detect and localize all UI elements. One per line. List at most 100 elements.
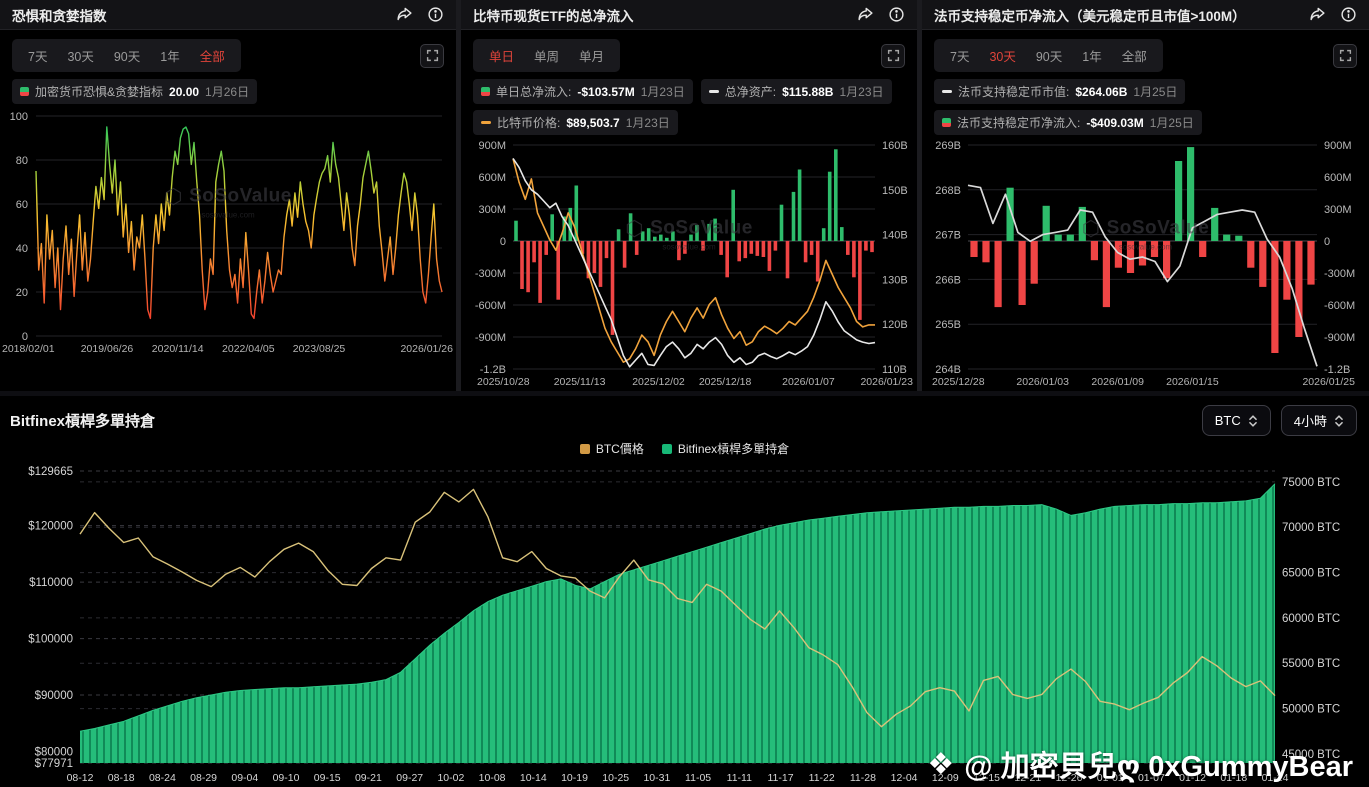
- svg-text:60: 60: [16, 199, 28, 211]
- bitfinex-longs-chart[interactable]: $129665$120000$110000$100000$90000$80000…: [0, 461, 1369, 787]
- svg-text:0: 0: [500, 236, 506, 248]
- svg-text:12-04: 12-04: [891, 772, 918, 784]
- coin-select[interactable]: BTC: [1202, 405, 1271, 436]
- chart-controls: BTC 4小時: [1202, 405, 1357, 436]
- panel-fear-greed: 恐惧和贪婪指数 7天 30天 90天 1年 全部: [0, 0, 456, 391]
- period-tabs: 单日 单周 单月: [473, 39, 620, 72]
- series-color-icon: [942, 90, 952, 93]
- svg-text:09-10: 09-10: [273, 772, 300, 784]
- fear-greed-chart[interactable]: 1008060402002018/02/012019/06/262020/11/…: [0, 106, 456, 358]
- svg-text:12-15: 12-15: [973, 772, 1000, 784]
- svg-text:$129665: $129665: [28, 466, 73, 478]
- tab-monthly[interactable]: 单月: [570, 44, 613, 67]
- svg-text:12-21: 12-21: [1014, 772, 1041, 784]
- chart-wrap: 269B268B267B266B265B264B900M600M300M0-30…: [922, 137, 1369, 391]
- svg-text:-1.2B: -1.2B: [1324, 364, 1350, 376]
- tab-30d[interactable]: 30天: [980, 44, 1024, 67]
- svg-text:10-02: 10-02: [437, 772, 464, 784]
- share-icon[interactable]: [396, 6, 413, 23]
- svg-text:70000 BTC: 70000 BTC: [1282, 522, 1340, 534]
- svg-text:10-25: 10-25: [602, 772, 629, 784]
- svg-text:100: 100: [10, 111, 28, 123]
- legend-row: 加密货币恐惧&贪婪指标 20.00 1月26日: [0, 75, 456, 106]
- legend-date: 1月25日: [1150, 114, 1194, 131]
- svg-text:09-21: 09-21: [355, 772, 382, 784]
- legend-date: 1月26日: [205, 83, 249, 100]
- fullscreen-icon[interactable]: [1333, 44, 1357, 68]
- svg-text:11-22: 11-22: [809, 772, 835, 784]
- legend-row: 法币支持稳定币市值: $264.06B 1月25日: [922, 75, 1369, 106]
- tab-7d[interactable]: 7天: [19, 44, 56, 67]
- svg-text:2025/12/02: 2025/12/02: [632, 376, 685, 388]
- svg-text:10-08: 10-08: [479, 772, 506, 784]
- tab-30d[interactable]: 30天: [58, 44, 102, 67]
- svg-text:2026/01/09: 2026/01/09: [1091, 376, 1144, 388]
- info-icon[interactable]: [1340, 6, 1357, 23]
- svg-text:160B: 160B: [882, 140, 908, 152]
- svg-text:2022/04/05: 2022/04/05: [222, 343, 275, 355]
- svg-text:900M: 900M: [478, 140, 506, 152]
- svg-text:900M: 900M: [1324, 140, 1352, 152]
- legend-label: 加密货币恐惧&贪婪指标: [35, 83, 163, 100]
- svg-text:-600M: -600M: [475, 300, 506, 312]
- info-icon[interactable]: [427, 6, 444, 23]
- svg-text:50000 BTC: 50000 BTC: [1282, 704, 1340, 716]
- stablecoin-chart[interactable]: 269B268B267B266B265B264B900M600M300M0-30…: [922, 137, 1369, 391]
- tab-weekly[interactable]: 单周: [525, 44, 568, 67]
- tab-all[interactable]: 全部: [191, 44, 234, 67]
- legend-chip-fear-greed[interactable]: 加密货币恐惧&贪婪指标 20.00 1月26日: [12, 79, 257, 104]
- svg-text:120B: 120B: [882, 319, 908, 331]
- legend-value: -$103.57M: [577, 85, 634, 99]
- fullscreen-icon[interactable]: [881, 44, 905, 68]
- interval-select[interactable]: 4小時: [1281, 405, 1357, 436]
- svg-text:2025/11/13: 2025/11/13: [554, 376, 606, 388]
- svg-text:2018/02/01: 2018/02/01: [2, 343, 55, 355]
- svg-text:-600M: -600M: [1324, 300, 1355, 312]
- svg-text:45000 BTC: 45000 BTC: [1282, 749, 1340, 761]
- panel-stablecoin: 法币支持稳定币净流入（美元稳定币且市值>100M） 7天 30天 90天 1年 …: [922, 0, 1369, 391]
- share-icon[interactable]: [857, 6, 874, 23]
- legend-chip-btc-price[interactable]: 比特币价格: $89,503.7 1月23日: [473, 110, 678, 135]
- tab-all[interactable]: 全部: [1113, 44, 1156, 67]
- svg-text:$80000: $80000: [35, 747, 73, 759]
- legend-value: $89,503.7: [566, 116, 619, 130]
- svg-text:2026/01/07: 2026/01/07: [782, 376, 835, 388]
- tab-1y[interactable]: 1年: [1073, 44, 1110, 67]
- legend-item-longs[interactable]: Bitfinex槓桿多單持倉: [662, 440, 789, 457]
- svg-text:-300M: -300M: [475, 268, 506, 280]
- bitfinex-section: Bitfinex槓桿多單持倉 BTC 4小時 BTC價格 Bitfinex槓桿多…: [0, 396, 1369, 787]
- svg-text:75000 BTC: 75000 BTC: [1282, 477, 1340, 489]
- panel-toolbar: 单日 单周 单月: [461, 30, 917, 75]
- svg-text:09-15: 09-15: [314, 772, 341, 784]
- legend-chip-net-inflow[interactable]: 法币支持稳定币净流入: -$409.03M 1月25日: [934, 110, 1202, 135]
- svg-text:$90000: $90000: [35, 690, 73, 702]
- legend-chip-net-inflow[interactable]: 单日总净流入: -$103.57M 1月23日: [473, 79, 693, 104]
- legend-item-btc-price[interactable]: BTC價格: [580, 440, 644, 457]
- legend-chip-net-assets[interactable]: 总净资产: $115.88B 1月23日: [701, 79, 892, 104]
- coin-select-value: BTC: [1215, 413, 1241, 428]
- share-icon[interactable]: [1309, 6, 1326, 23]
- svg-text:266B: 266B: [935, 274, 961, 286]
- etf-flows-chart[interactable]: 900M600M300M0-300M-600M-900M-1.2B160B150…: [461, 137, 917, 391]
- svg-text:600M: 600M: [1324, 172, 1352, 184]
- tab-90d[interactable]: 90天: [1027, 44, 1071, 67]
- tab-1y[interactable]: 1年: [151, 44, 188, 67]
- tab-daily[interactable]: 单日: [480, 44, 523, 67]
- svg-text:12-09: 12-09: [932, 772, 959, 784]
- chart-legend: BTC價格 Bitfinex槓桿多單持倉: [0, 438, 1369, 461]
- tab-7d[interactable]: 7天: [941, 44, 978, 67]
- tab-90d[interactable]: 90天: [105, 44, 149, 67]
- series-color-icon: [481, 87, 490, 96]
- svg-text:40: 40: [16, 243, 28, 255]
- info-icon[interactable]: [888, 6, 905, 23]
- legend-chip-mcap[interactable]: 法币支持稳定币市值: $264.06B 1月25日: [934, 79, 1185, 104]
- svg-text:264B: 264B: [935, 364, 961, 376]
- svg-text:300M: 300M: [1324, 204, 1352, 216]
- fullscreen-icon[interactable]: [420, 44, 444, 68]
- legend-date: 1月25日: [1133, 83, 1177, 100]
- series-color-icon: [481, 121, 491, 124]
- panel-header: 法币支持稳定币净流入（美元稳定币且市值>100M）: [922, 0, 1369, 30]
- svg-text:$100000: $100000: [28, 634, 73, 646]
- legend-value: -$409.03M: [1086, 116, 1143, 130]
- chevron-updown-icon: [1248, 414, 1258, 428]
